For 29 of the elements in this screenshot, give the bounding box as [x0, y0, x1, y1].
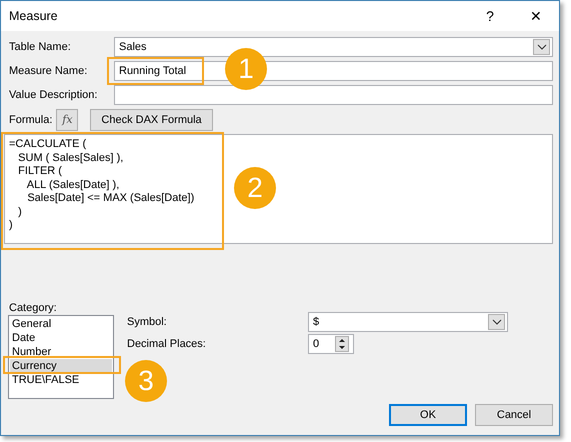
window-title: Measure — [9, 8, 59, 25]
field-label: Measure Name: — [9, 64, 88, 79]
field-label: Table Name: — [9, 40, 72, 55]
cancel-button[interactable]: Cancel — [475, 404, 553, 426]
check-formula-button[interactable]: Check DAX Formula — [90, 109, 213, 131]
close-button[interactable]: ✕ — [521, 6, 551, 26]
caret-icon — [492, 319, 502, 325]
caret-icon — [536, 44, 546, 50]
ok-button[interactable]: OK — [389, 404, 467, 426]
table-select[interactable]: Sales — [114, 37, 553, 57]
spin-field[interactable]: 0 — [308, 334, 354, 354]
spin-arrows-icon[interactable] — [335, 336, 349, 352]
category-label: Category: — [8, 301, 58, 315]
dropdown-button[interactable] — [533, 39, 550, 55]
help-button[interactable]: ? — [475, 6, 505, 26]
field-label: Value Description: — [9, 88, 98, 103]
option-label: Decimal Places: — [126, 336, 207, 352]
option-label: Symbol: — [126, 314, 168, 330]
list-item[interactable]: Currency — [10, 359, 112, 373]
list-item[interactable]: Date — [10, 331, 112, 345]
input-field[interactable] — [114, 85, 553, 105]
list-item[interactable]: General — [10, 317, 112, 331]
dropdown-button[interactable] — [488, 314, 505, 330]
function-button[interactable]: fx — [56, 109, 78, 131]
symbol-select[interactable]: $ — [308, 312, 508, 332]
list-item[interactable]: Number — [10, 345, 112, 359]
field-label: Formula: — [9, 112, 52, 128]
list-item[interactable]: TRUE\FALSE — [10, 373, 112, 387]
step-number: 3 — [125, 360, 167, 402]
